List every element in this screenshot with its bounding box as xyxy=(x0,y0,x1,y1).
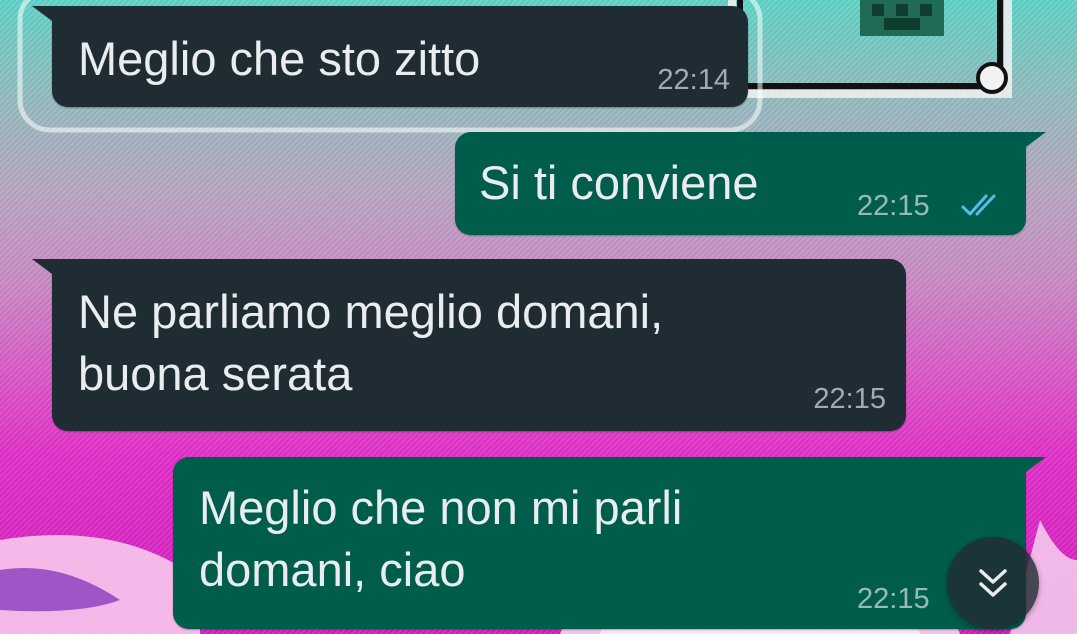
message-bubble-outgoing[interactable]: Meglio che non mi parli domani, ciao 22:… xyxy=(173,457,1046,629)
bubble-tail xyxy=(32,6,56,24)
message-time: 22:14 xyxy=(657,64,730,96)
message-text: Meglio che non mi parli domani, ciao xyxy=(199,481,683,596)
double-check-icon xyxy=(961,194,996,216)
message-bubble-incoming[interactable]: Meglio che sto zitto 22:14 xyxy=(32,6,748,107)
message-text: Si ti conviene xyxy=(479,156,759,209)
scroll-to-bottom-button[interactable] xyxy=(947,537,1039,629)
message-text: Ne parliamo meglio domani, buona serata xyxy=(78,285,664,400)
bubble-tail xyxy=(1022,132,1046,150)
message-time: 22:15 xyxy=(857,190,930,222)
bubble-tail xyxy=(1022,457,1046,475)
message-bubble-incoming[interactable]: Ne parliamo meglio domani, buona serata … xyxy=(32,259,906,431)
message-text: Meglio che sto zitto xyxy=(78,32,481,85)
message-time: 22:15 xyxy=(813,383,886,415)
bubble-tail xyxy=(32,259,56,277)
double-chevron-down-icon xyxy=(979,569,1007,597)
message-time: 22:15 xyxy=(857,583,930,615)
message-bubble-outgoing[interactable]: Si ti conviene 22:15 xyxy=(455,132,1046,235)
